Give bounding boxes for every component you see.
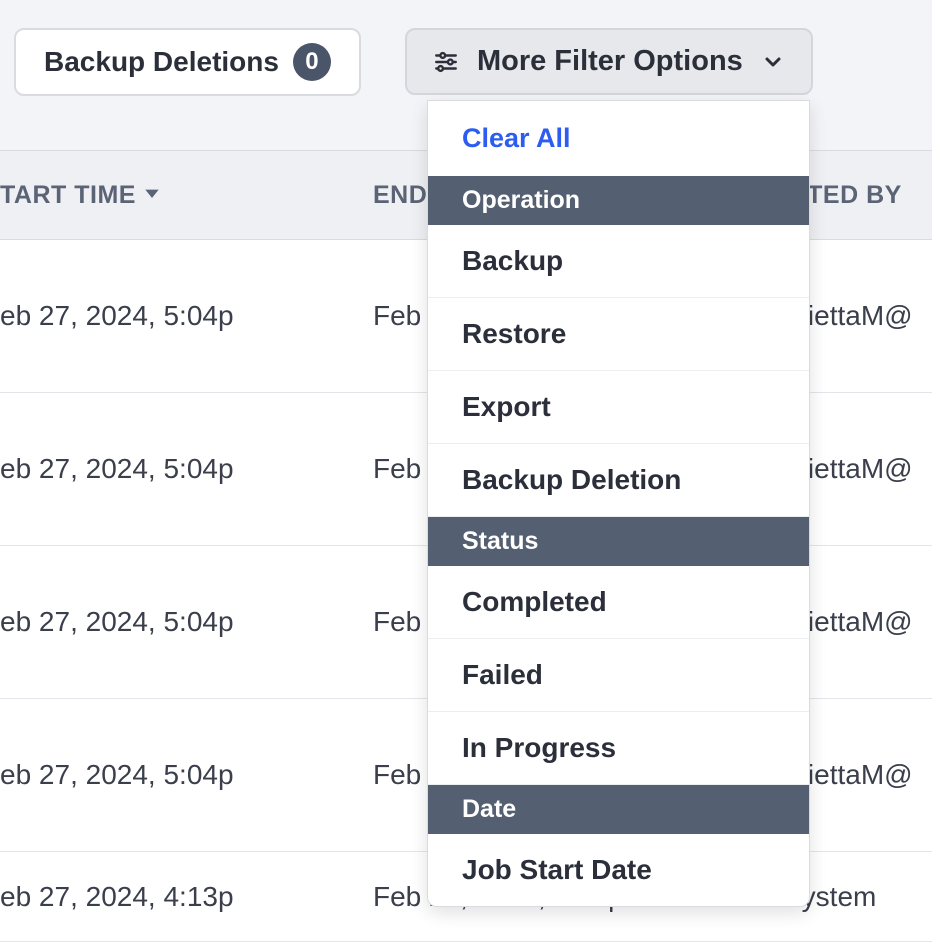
filter-option-backup[interactable]: Backup [428, 225, 809, 298]
more-filter-options-button[interactable]: More Filter Options [405, 28, 813, 95]
filter-option-job-start-date[interactable]: Job Start Date [428, 834, 809, 906]
cell-start-time: eb 27, 2024, 4:13p [0, 881, 373, 913]
filter-chip-count-badge: 0 [293, 43, 331, 81]
cell-start-time: eb 27, 2024, 5:04p [0, 606, 373, 638]
filter-chip-label: Backup Deletions [44, 46, 279, 78]
cell-start-time: eb 27, 2024, 5:04p [0, 759, 373, 791]
cell-start-time: eb 27, 2024, 5:04p [0, 300, 373, 332]
column-header-end-label: END [373, 181, 427, 209]
filter-option-backup-deletion[interactable]: Backup Deletion [428, 444, 809, 517]
filter-option-export[interactable]: Export [428, 371, 809, 444]
sort-desc-icon [142, 181, 162, 210]
filter-chip-backup-deletions[interactable]: Backup Deletions 0 [14, 28, 361, 96]
dropdown-section-operation: Operation [428, 176, 809, 225]
sliders-icon [433, 49, 459, 75]
filter-option-in-progress[interactable]: In Progress [428, 712, 809, 785]
more-filter-options-label: More Filter Options [477, 45, 743, 78]
filter-option-restore[interactable]: Restore [428, 298, 809, 371]
column-header-start-label: TART TIME [0, 181, 136, 210]
chevron-down-icon [761, 50, 785, 74]
column-header-start-time[interactable]: TART TIME [0, 181, 373, 210]
dropdown-section-date: Date [428, 785, 809, 834]
clear-all-link[interactable]: Clear All [428, 101, 809, 176]
more-filter-options-dropdown: Clear All Operation Backup Restore Expor… [427, 100, 810, 907]
filter-option-failed[interactable]: Failed [428, 639, 809, 712]
filter-option-completed[interactable]: Completed [428, 566, 809, 639]
cell-start-time: eb 27, 2024, 5:04p [0, 453, 373, 485]
dropdown-section-status: Status [428, 517, 809, 566]
